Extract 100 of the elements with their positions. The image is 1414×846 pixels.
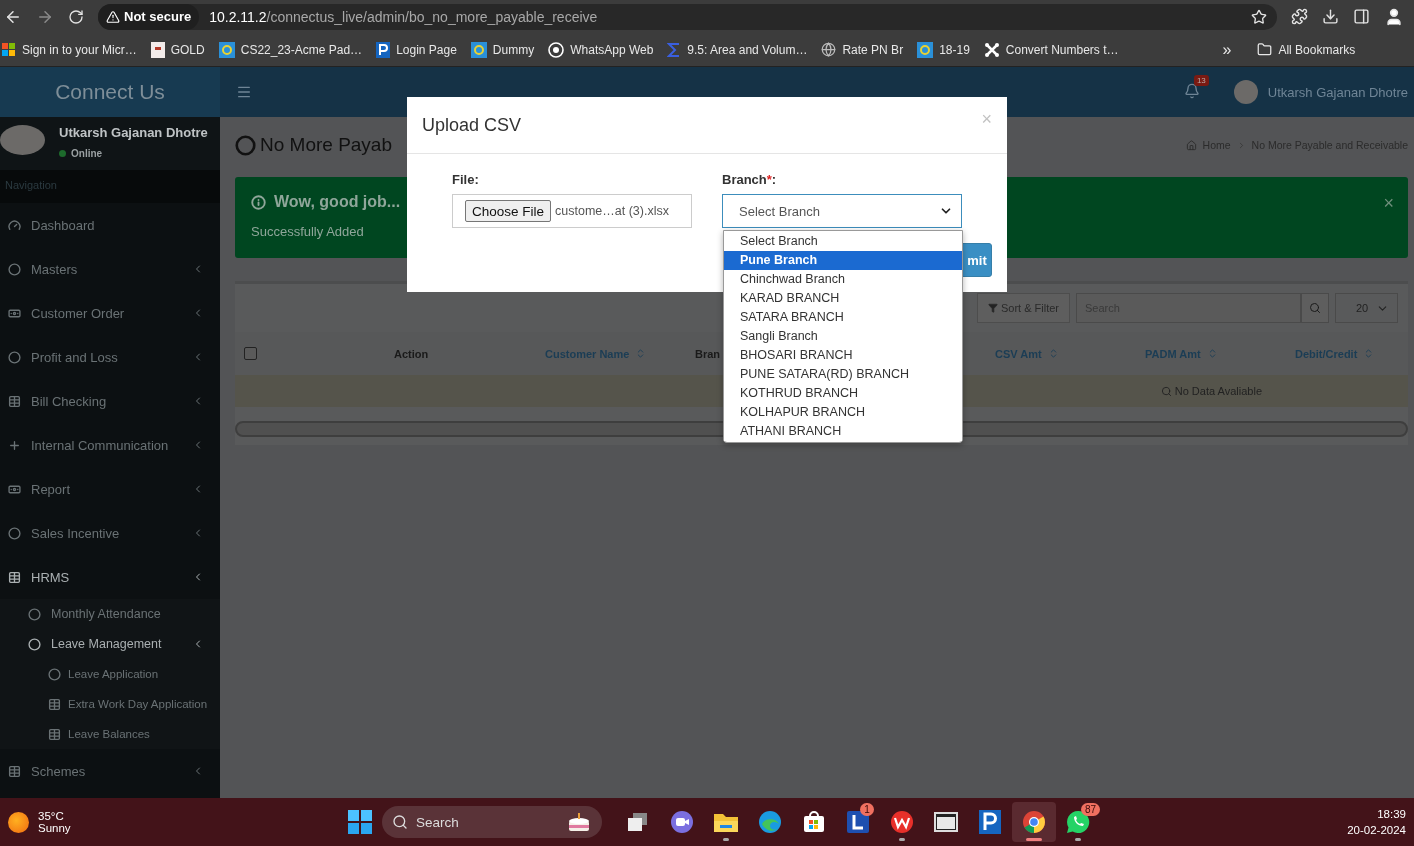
sidebar-item[interactable]: Bill Checking xyxy=(0,379,220,423)
bookmark-item[interactable]: 18-19 xyxy=(917,41,970,58)
online-status: Online xyxy=(59,148,208,159)
bookmark-item[interactable]: CS22_23-Acme Pad… xyxy=(218,41,363,58)
circle-icon xyxy=(235,134,256,156)
video-chat-icon xyxy=(670,810,694,834)
app-logo: Connect Us xyxy=(0,67,220,117)
bookmark-item[interactable]: Convert Numbers t… xyxy=(983,41,1119,58)
side-panel-icon[interactable] xyxy=(1353,8,1370,25)
circle-icon xyxy=(8,526,21,540)
folder-icon xyxy=(1257,42,1273,57)
dropdown-option[interactable]: KOLHAPUR BRANCH xyxy=(724,403,962,422)
sigma-icon xyxy=(667,41,682,58)
chrome-icon xyxy=(1022,810,1046,834)
dropdown-option[interactable]: Pune Branch xyxy=(724,251,962,270)
profile-icon[interactable] xyxy=(1384,6,1404,27)
app-badge: 1 xyxy=(860,803,874,816)
address-bar[interactable]: Not secure 10.2.11.2/connectus_live/admin/bo_no_more_payable_receive xyxy=(98,3,1277,30)
cake-icon xyxy=(566,811,592,833)
file-input[interactable]: Choose File custome…at (3).xlsx xyxy=(452,194,692,228)
sidebar-item[interactable]: Dashboard xyxy=(0,203,220,247)
dropdown-option[interactable]: Sangli Branch xyxy=(724,327,962,346)
page-title: No More Payab xyxy=(235,134,392,156)
sidebar-item[interactable]: Report xyxy=(0,467,220,511)
taskbar-search[interactable]: Search xyxy=(382,806,602,838)
taskbar-app[interactable] xyxy=(1012,802,1056,842)
choose-file-button[interactable]: Choose File xyxy=(465,200,552,222)
sidebar-item[interactable]: Internal Communication xyxy=(0,423,220,467)
more-bookmarks-button[interactable]: » xyxy=(1222,40,1232,59)
sidebar-item[interactable]: Masters xyxy=(0,247,220,291)
table-icon xyxy=(8,764,21,778)
bookmark-item[interactable]: Dummy xyxy=(470,41,535,58)
dialog-title: Upload CSV xyxy=(422,114,522,136)
clock-date: 20-02-2024 xyxy=(1347,823,1406,838)
store-bag-icon xyxy=(803,811,825,833)
avatar xyxy=(1233,80,1258,104)
table-icon xyxy=(48,697,61,711)
security-chip[interactable]: Not secure xyxy=(98,3,200,30)
plus-icon xyxy=(8,438,21,452)
field-label: File: xyxy=(452,172,480,189)
bookmark-item[interactable]: GOLD xyxy=(150,41,205,58)
checkbox[interactable] xyxy=(244,347,257,360)
bookmark-star-icon[interactable] xyxy=(1251,8,1267,25)
sidebar-item[interactable]: Monthly Attendance xyxy=(0,599,220,629)
gauge-icon xyxy=(8,218,21,232)
page-icon xyxy=(150,41,165,58)
all-bookmarks-button[interactable]: All Bookmarks xyxy=(1257,42,1356,57)
dropdown-option[interactable]: PUNE SATARA(RD) BRANCH xyxy=(724,365,962,384)
l-square-icon xyxy=(847,811,869,833)
bell-icon[interactable] xyxy=(1183,82,1200,99)
bookmark-item[interactable]: 9.5: Area and Volum… xyxy=(667,41,808,58)
sidebar-item[interactable]: Sales Incentive xyxy=(0,511,220,555)
dropdown-option[interactable]: Chinchwad Branch xyxy=(724,270,962,289)
alert-message: Successfully Added xyxy=(251,224,365,239)
dropdown-option[interactable]: KOTHRUD BRANCH xyxy=(724,384,962,403)
table-icon xyxy=(8,394,21,408)
bookmark-item[interactable]: Rate PN Br xyxy=(821,42,904,57)
dropdown-option[interactable]: BHOSARI BRANCH xyxy=(724,346,962,365)
column-header: Action xyxy=(394,347,430,360)
sidebar-item[interactable]: Extra Work Day Application xyxy=(0,689,220,719)
reload-icon[interactable] xyxy=(68,8,84,25)
url-text: 10.2.11.2/connectus_live/admin/bo_no_more_payable_receive xyxy=(209,8,599,25)
weather-text: Sunny xyxy=(38,822,71,834)
sidebar-item[interactable]: Customer Order xyxy=(0,291,220,335)
sidebar-item[interactable]: Leave Management xyxy=(0,629,220,659)
folder-icon xyxy=(713,811,739,833)
circle-icon xyxy=(28,637,41,651)
windows-start-icon[interactable] xyxy=(348,810,372,834)
bookmark-item[interactable]: WhatsApp Web xyxy=(548,41,654,58)
table-icon xyxy=(48,727,61,741)
bookmark-item[interactable]: Login Page xyxy=(376,41,457,58)
search-icon xyxy=(1160,385,1172,397)
sidebar-item[interactable]: Leave Balances xyxy=(0,719,220,749)
dropdown-option[interactable]: KARAD BRANCH xyxy=(724,289,962,308)
submit-button[interactable]: mit xyxy=(962,243,992,277)
search-icon xyxy=(392,814,408,830)
w-circle-icon xyxy=(890,810,914,834)
alert-title: Wow, good job... xyxy=(274,193,401,211)
sidebar-item[interactable]: Schemes xyxy=(0,749,220,793)
dropdown-option[interactable]: Select Branch xyxy=(724,232,962,251)
user-name[interactable]: Utkarsh Gajanan Dhotre xyxy=(1267,84,1408,100)
sun-icon xyxy=(8,811,29,833)
sidebar-item[interactable]: Leave Application xyxy=(0,659,220,689)
taskbar-app[interactable]: 87 xyxy=(1056,802,1100,842)
user-name: Utkarsh Gajanan Dhotre xyxy=(59,125,208,140)
file-name: custome…at (3).xlsx xyxy=(555,204,669,218)
cross-knot-icon xyxy=(983,41,1000,58)
download-icon[interactable] xyxy=(1322,8,1339,25)
dropdown-option[interactable]: SATARA BRANCH xyxy=(724,308,962,327)
bookmark-item[interactable]: Sign in to your Micr… xyxy=(2,42,137,57)
circle-icon xyxy=(48,667,61,681)
dropdown-option[interactable]: ATHANI BRANCH xyxy=(724,422,962,441)
sidebar-item[interactable]: HRMS xyxy=(0,555,220,599)
extensions-icon[interactable] xyxy=(1291,8,1308,25)
field-label: Branch*: xyxy=(722,172,778,189)
search-icon xyxy=(1309,302,1321,314)
taskbar-app[interactable]: 1 xyxy=(836,802,880,842)
clock-time: 18:39 xyxy=(1376,807,1406,822)
menu-icon[interactable] xyxy=(236,84,252,100)
sidebar-item[interactable]: Profit and Loss xyxy=(0,335,220,379)
